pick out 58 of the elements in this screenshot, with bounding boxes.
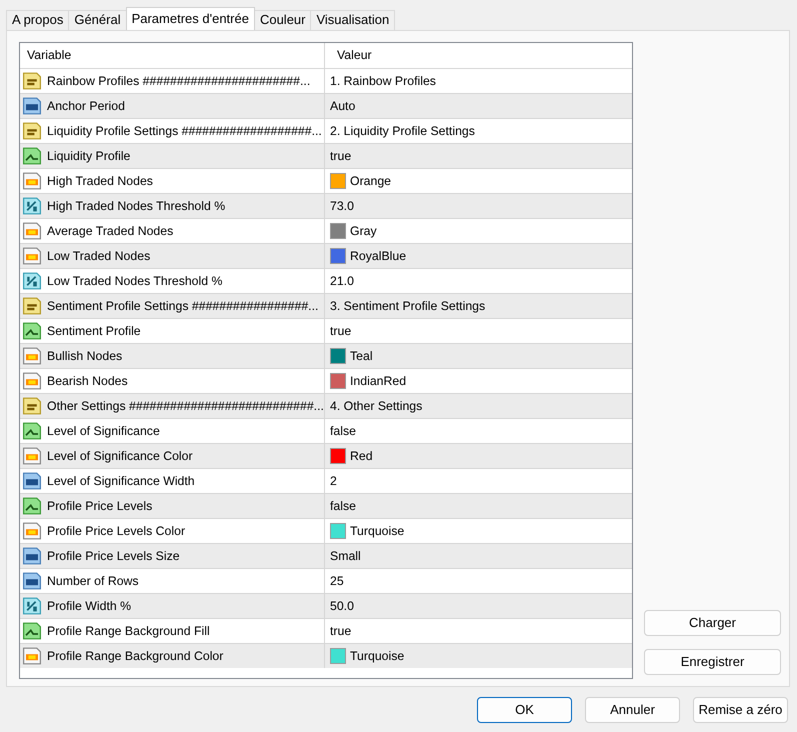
variable-value[interactable]: 2 (330, 472, 337, 490)
variable-name: Liquidity Profile Settings ###################... (47, 122, 322, 140)
variable-value[interactable]: 3. Sentiment Profile Settings (330, 296, 486, 316)
variable-value[interactable]: 21.0 (330, 272, 354, 290)
variable-value[interactable]: IndianRed (350, 372, 406, 390)
variable-value[interactable]: Small (330, 546, 361, 566)
side-button[interactable]: Enregistrer (644, 649, 781, 675)
variable-name: Level of Significance Width (47, 472, 195, 490)
dialog-button[interactable]: Remise a zéro (693, 697, 788, 723)
variable-name: Profile Range Background Color (47, 648, 224, 665)
variable-value[interactable]: 4. Other Settings (330, 396, 422, 416)
variable-value[interactable]: Turquoise (350, 646, 404, 666)
variable-value[interactable]: true (330, 622, 352, 640)
variable-value[interactable]: 1. Rainbow Profiles (330, 72, 436, 90)
variable-name: Profile Price Levels Color (47, 522, 186, 540)
variable-name: Other Settings ###########################... (47, 398, 324, 415)
column-header[interactable]: Variable (20, 46, 72, 65)
variable-value[interactable]: true (330, 146, 352, 166)
variable-name: Liquidity Profile (47, 148, 130, 165)
variable-name: Bearish Nodes (47, 372, 128, 390)
variable-value[interactable]: false (330, 496, 356, 516)
variable-name: Profile Range Background Fill (47, 622, 210, 640)
variable-name: High Traded Nodes (47, 172, 153, 190)
variable-name: Anchor Period (47, 98, 125, 115)
variable-name: Low Traded Nodes Threshold % (47, 272, 222, 290)
side-button[interactable]: Charger (644, 610, 781, 636)
variable-name: Level of Significance Color (47, 448, 193, 465)
variable-value[interactable]: Red (350, 446, 373, 466)
variable-value[interactable]: Teal (350, 346, 373, 366)
variable-name: Low Traded Nodes (47, 248, 150, 265)
tab[interactable]: Visualisation (310, 10, 396, 30)
column-header[interactable]: Valeur (330, 46, 372, 65)
variable-name: Average Traded Nodes (47, 222, 174, 240)
variable-value[interactable]: 73.0 (330, 196, 354, 216)
variable-value[interactable]: false (330, 422, 356, 440)
variable-value[interactable]: RoyalBlue (350, 246, 406, 266)
dialog-button[interactable]: Annuler (585, 697, 680, 723)
variable-name: Sentiment Profile (47, 322, 141, 340)
variable-name: Profile Price Levels (47, 498, 152, 515)
variable-value[interactable]: 25 (330, 572, 344, 590)
dialog-button[interactable]: OK (477, 697, 572, 723)
variable-name: Bullish Nodes (47, 348, 122, 365)
variable-value[interactable]: Orange (350, 172, 392, 190)
tab[interactable]: A propos (6, 10, 70, 30)
variable-name: Number of Rows (47, 572, 139, 590)
variable-value[interactable]: 2. Liquidity Profile Settings (330, 122, 475, 140)
variable-name: Sentiment Profile Settings #################... (47, 298, 318, 315)
variable-value[interactable]: Turquoise (350, 522, 404, 540)
variable-name: Level of Significance (47, 422, 160, 440)
tab[interactable]: Parametres d'entrée (126, 7, 255, 30)
variable-value[interactable]: Gray (350, 222, 377, 240)
variable-name: Rainbow Profiles #######################... (47, 72, 310, 90)
variable-name: High Traded Nodes Threshold % (47, 198, 226, 215)
variable-value[interactable]: true (330, 322, 352, 340)
variable-name: Profile Price Levels Size (47, 548, 180, 565)
variable-value[interactable]: 50.0 (330, 596, 354, 616)
variable-name: Profile Width % (47, 598, 132, 615)
variable-value[interactable]: Auto (330, 96, 356, 116)
